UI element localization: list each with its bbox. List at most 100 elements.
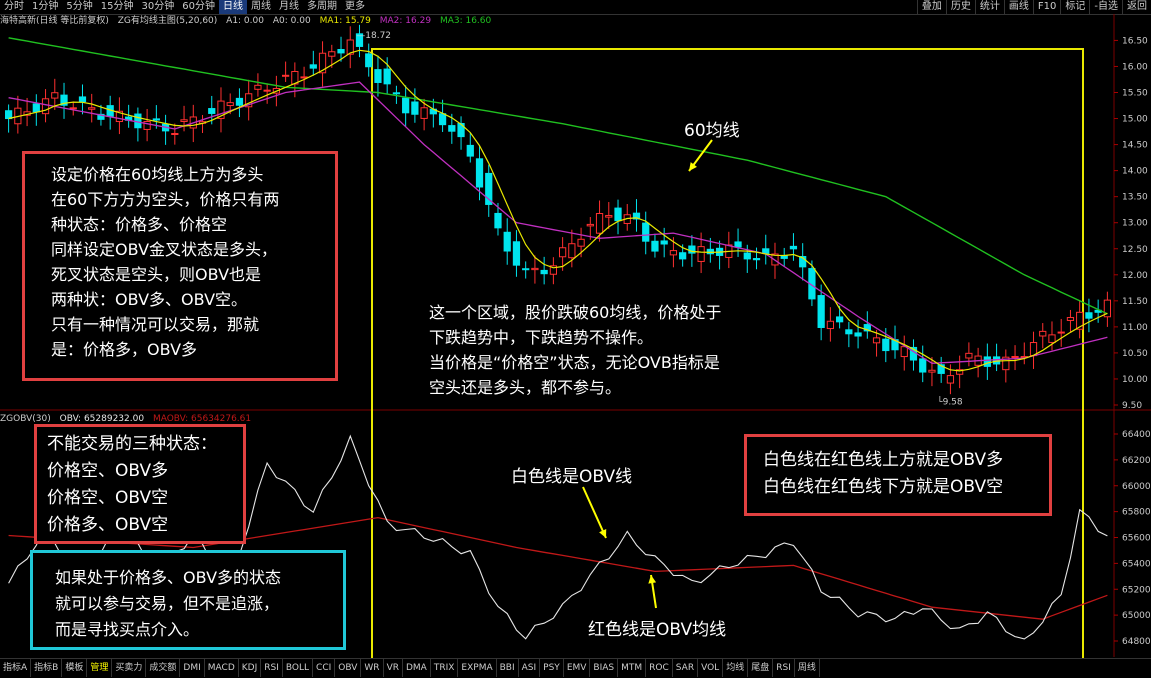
annotation-box-obv-rule: 白色线在红色线上方就是OBV多 白色线在红色线下方就是OBV空 xyxy=(744,434,1052,516)
obv-axis-label: 65600 xyxy=(1122,534,1151,544)
annotation-box-no-trade: 不能交易的三种状态： 价格空、OBV多 价格空、OBV空 价格多、OBV空 xyxy=(34,424,246,544)
candle-body xyxy=(559,247,567,258)
candle-body xyxy=(32,103,40,113)
indicator-tab[interactable]: 指标A xyxy=(0,659,32,677)
annotation-line: 白色线在红色线上方就是OBV多 xyxy=(763,450,1004,470)
candle-body xyxy=(946,375,955,384)
candle-body xyxy=(374,69,382,83)
indicator-tab[interactable]: VOL xyxy=(698,659,724,677)
price-axis-label: 9.50 xyxy=(1122,401,1142,411)
obv-arrow xyxy=(582,486,607,539)
indicator-tab[interactable]: 成交额 xyxy=(146,659,181,677)
indicator-tab[interactable]: DMA xyxy=(403,659,431,677)
indicator-tabs: 指标A 指标B 模板 管理 买卖力 成交额 DMI MACD KDJ RSI BOLL CCI OBV W… xyxy=(0,658,1151,678)
candle-body xyxy=(882,338,890,352)
annotation-line: 这一个区域，股价跌破60均线，价格处于 xyxy=(429,303,722,322)
candle-body xyxy=(180,119,188,122)
indicator-tab[interactable]: 周线 xyxy=(795,659,820,677)
annotation-line: 两种状：OBV多、OBV空。 xyxy=(51,290,248,309)
indicator-tab[interactable]: ROC xyxy=(646,659,673,677)
indicator-tab[interactable]: VR xyxy=(384,659,403,677)
indicator-tab[interactable]: BIAS xyxy=(590,659,619,677)
candle-body xyxy=(568,243,576,259)
candle-body xyxy=(679,252,687,260)
candle-body xyxy=(522,268,530,271)
candle-body xyxy=(1048,334,1056,343)
indicator-tab[interactable]: CCI xyxy=(313,659,336,677)
candle-body xyxy=(1085,312,1093,319)
candle-body xyxy=(5,110,13,120)
price-axis-label: 15.50 xyxy=(1122,89,1148,99)
indicator-tab[interactable]: 尾盘 xyxy=(748,659,774,677)
indicator-tab[interactable]: TRIX xyxy=(431,659,459,677)
price-axis-label: 10.00 xyxy=(1122,375,1148,385)
price-high-marker: —18.72 xyxy=(356,31,391,41)
candle-body xyxy=(965,352,973,359)
indicator-tab[interactable]: DMI xyxy=(180,659,205,677)
annotation-line: 同样设定OBV金叉状态是多头， xyxy=(51,240,278,259)
obv-axis-label: 65400 xyxy=(1122,559,1151,569)
candle-body xyxy=(134,113,142,129)
obv-axis-label: 66400 xyxy=(1122,430,1151,440)
candle-body xyxy=(263,89,271,92)
candle-body xyxy=(983,356,991,367)
candle-body xyxy=(577,238,585,247)
indicator-tab[interactable]: 买卖力 xyxy=(112,659,147,677)
indicator-tab[interactable]: WR xyxy=(361,659,384,677)
candle-body xyxy=(752,258,761,261)
candle-body xyxy=(854,332,862,337)
indicator-tab[interactable]: 管理 xyxy=(87,659,113,677)
indicator-tab[interactable]: MACD xyxy=(205,659,239,677)
annotation-line: 价格空、OBV空 xyxy=(47,488,169,508)
candle-body xyxy=(235,97,244,106)
candle-body xyxy=(438,113,447,126)
candle-body xyxy=(383,68,391,85)
annotation-box-trade: 如果处于价格多、OBV多的状态 就可以参与交易，但不是追涨， 而是寻找买点介入。 xyxy=(30,550,346,650)
candle-body xyxy=(51,92,59,99)
annotation-line: 种状态：价格多、价格空 xyxy=(51,215,228,234)
indicator-tab[interactable]: ASI xyxy=(519,659,541,677)
indicator-tab[interactable]: RSI xyxy=(261,659,283,677)
candle-body xyxy=(743,252,751,260)
price-axis-label: 11.50 xyxy=(1122,297,1148,307)
candle-body xyxy=(69,107,77,110)
indicator-tab[interactable]: EMV xyxy=(564,659,591,677)
annotation-line: 价格空、OBV多 xyxy=(47,461,169,481)
indicator-tab[interactable]: 指标B xyxy=(31,659,63,677)
obv-axis-label: 66200 xyxy=(1122,456,1151,466)
maobv-line-label: 红色线是OBV均线 xyxy=(588,620,727,640)
yellow-region-text: 这一个区域，股价跌破60均线，价格处于 下跌趋势中，下跌趋势不操作。 当价格是“… xyxy=(425,298,726,402)
ma60-label: 60均线 xyxy=(684,121,740,141)
indicator-tab[interactable]: RSI xyxy=(773,659,795,677)
indicator-tab[interactable]: 模板 xyxy=(62,659,88,677)
obv-axis-label: 65200 xyxy=(1122,585,1151,595)
candle-body xyxy=(171,133,179,136)
indicator-tab[interactable]: BBI xyxy=(497,659,519,677)
indicator-tab[interactable]: OBV xyxy=(335,659,362,677)
indicator-tab[interactable]: BOLL xyxy=(283,659,314,677)
candle-body xyxy=(817,295,825,328)
candle-body xyxy=(392,92,401,95)
candle-body xyxy=(512,241,521,266)
candle-body xyxy=(540,269,548,275)
price-axis-label: 12.50 xyxy=(1122,245,1148,255)
annotation-line: 价格多、OBV空 xyxy=(47,515,169,535)
indicator-tab[interactable]: KDJ xyxy=(239,659,262,677)
indicator-tab[interactable]: EXPMA xyxy=(458,659,497,677)
candle-body xyxy=(41,98,50,115)
price-axis-label: 12.00 xyxy=(1122,271,1148,281)
indicator-tab[interactable]: MTM xyxy=(618,659,647,677)
candle-body xyxy=(660,240,668,245)
candle-body xyxy=(254,84,262,90)
candle-body xyxy=(503,231,511,252)
candle-body xyxy=(309,64,317,69)
candle-body xyxy=(208,108,216,114)
price-axis-label: 14.50 xyxy=(1122,141,1148,151)
candle-body xyxy=(466,144,474,157)
indicator-tab[interactable]: 均线 xyxy=(723,659,749,677)
candle-body xyxy=(762,248,770,254)
indicator-tab[interactable]: PSY xyxy=(540,659,564,677)
candle-body xyxy=(475,158,484,188)
indicator-tab[interactable]: SAR xyxy=(673,659,699,677)
candle-body xyxy=(402,97,410,114)
